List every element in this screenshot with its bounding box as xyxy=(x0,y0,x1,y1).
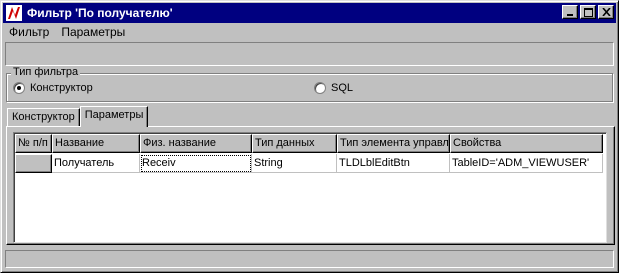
cell-control-type[interactable]: TLDLblEditBtn xyxy=(337,154,450,173)
row-number-cell[interactable] xyxy=(15,154,52,173)
minimize-button[interactable] xyxy=(562,5,578,19)
tab-panel-parameters: № п/п Название Физ. название Тип данных … xyxy=(6,126,615,245)
column-header-properties[interactable]: Свойства xyxy=(450,134,603,153)
cell-physical-name[interactable]: Receiv xyxy=(140,154,252,173)
radio-unchecked-icon xyxy=(314,82,326,94)
minimize-icon xyxy=(567,14,573,16)
title-bar[interactable]: Фильтр 'По получателю' xyxy=(3,3,616,23)
radio-sql[interactable]: SQL xyxy=(314,82,353,94)
cell-properties[interactable]: TableID='ADM_VIEWUSER' xyxy=(450,154,603,173)
column-header-control-type[interactable]: Тип элемента управл xyxy=(337,134,450,153)
radio-constructor-label: Конструктор xyxy=(30,82,93,94)
menu-filter[interactable]: Фильтр xyxy=(3,24,55,41)
cell-data-type[interactable]: String xyxy=(252,154,337,173)
tab-constructor[interactable]: Конструктор xyxy=(7,108,80,126)
close-button[interactable] xyxy=(598,5,614,19)
window-title: Фильтр 'По получателю' xyxy=(27,6,173,20)
toolbar-panel xyxy=(5,42,614,66)
column-header-data-type[interactable]: Тип данных xyxy=(252,134,337,153)
tab-parameters[interactable]: Параметры xyxy=(79,106,149,127)
radio-sql-label: SQL xyxy=(331,82,354,94)
app-logo-icon xyxy=(6,5,22,21)
column-header-number[interactable]: № п/п xyxy=(15,134,52,153)
filter-window: Фильтр 'По получателю' Фильтр Параметры … xyxy=(0,0,619,273)
menu-bar: Фильтр Параметры xyxy=(3,23,616,42)
filter-type-label: Тип фильтра xyxy=(11,66,81,79)
grid-header-row: № п/п Название Физ. название Тип данных … xyxy=(15,134,603,153)
window-controls xyxy=(562,5,614,19)
column-header-name[interactable]: Название xyxy=(52,134,140,153)
menu-parameters[interactable]: Параметры xyxy=(55,24,131,41)
radio-constructor[interactable]: Конструктор xyxy=(13,82,93,94)
table-row[interactable]: Получатель Receiv String TLDLblEditBtn T… xyxy=(15,154,603,173)
radio-checked-icon xyxy=(13,82,25,94)
maximize-button[interactable] xyxy=(580,5,596,19)
filter-type-group xyxy=(6,73,613,102)
maximize-icon xyxy=(584,8,593,17)
column-header-physical-name[interactable]: Физ. название xyxy=(140,134,252,153)
parameters-grid[interactable]: № п/п Название Физ. название Тип данных … xyxy=(13,132,607,243)
cell-name[interactable]: Получатель xyxy=(52,154,140,173)
tab-strip: Конструктор Параметры xyxy=(7,106,149,127)
close-icon xyxy=(602,8,611,16)
status-bar xyxy=(5,250,614,268)
